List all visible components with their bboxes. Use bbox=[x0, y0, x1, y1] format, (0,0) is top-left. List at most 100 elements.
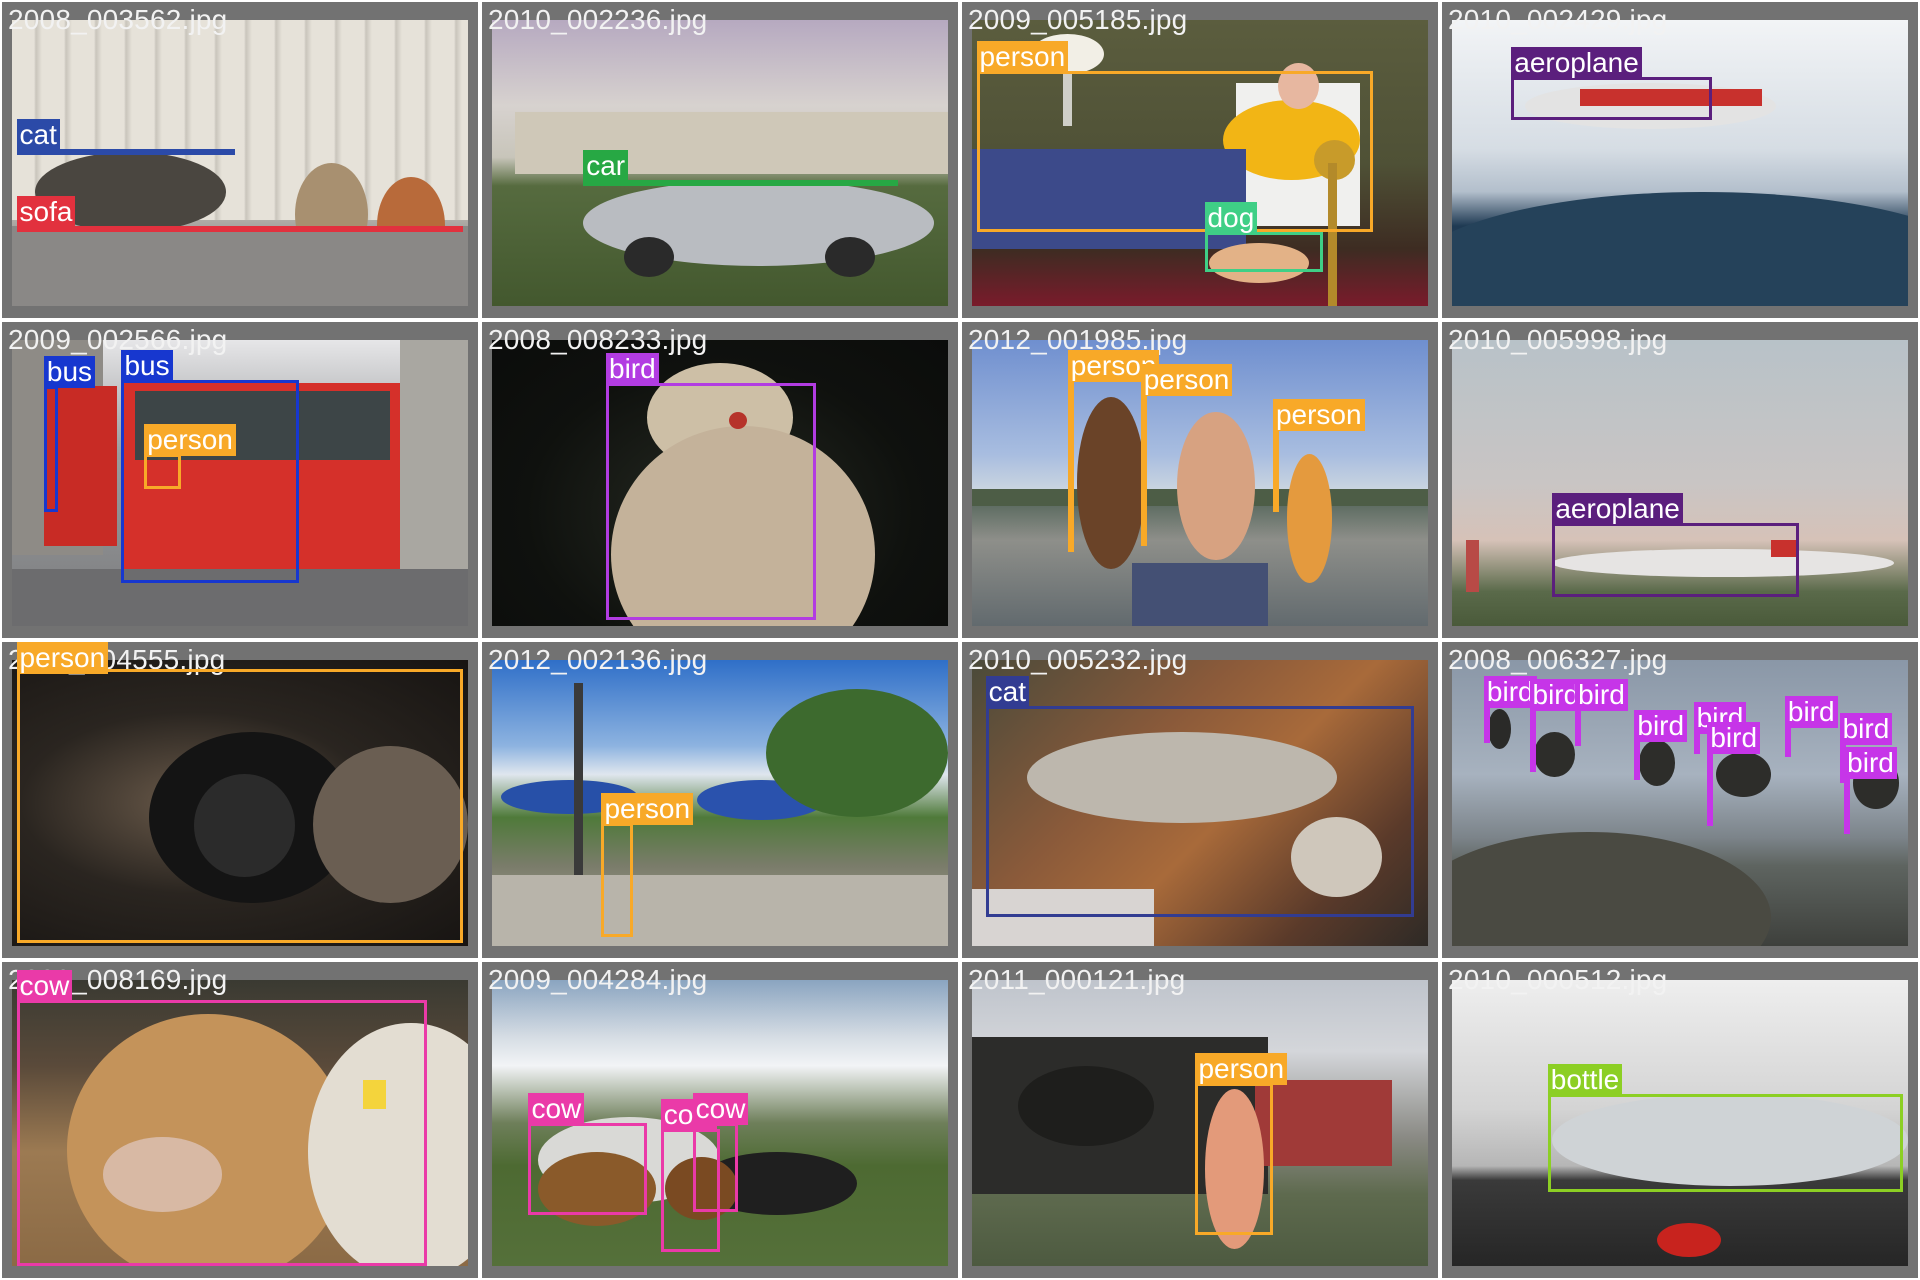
box-label: person bbox=[976, 41, 1069, 74]
scene-shape bbox=[492, 874, 948, 946]
bounding-box bbox=[1844, 777, 1851, 835]
photo bbox=[492, 660, 948, 946]
image-tile: 2012_002136.jpg person bbox=[482, 642, 958, 958]
scene-shape bbox=[1017, 1065, 1155, 1146]
scene-shape bbox=[1452, 191, 1908, 306]
image-tile: 2008_008233.jpg bird bbox=[482, 322, 958, 638]
box-label: bird bbox=[1844, 747, 1897, 780]
bounding-box bbox=[528, 1123, 648, 1215]
image-tile: 2010_002236.jpgcar bbox=[482, 2, 958, 318]
box-label: cat bbox=[985, 675, 1030, 708]
box-label: cat bbox=[16, 118, 60, 151]
photo bbox=[12, 20, 468, 306]
image-filename: 2010_002236.jpg bbox=[488, 4, 708, 35]
image-filename: 2008_008233.jpg bbox=[488, 324, 708, 355]
image-tile: 2009_002566.jpg bus bus person bbox=[2, 322, 478, 638]
image-tile: 2010_002429.jpg aeroplane bbox=[1442, 2, 1918, 318]
image-filename: 2010_000512.jpg bbox=[1448, 964, 1668, 995]
bounding-box bbox=[976, 71, 1374, 232]
bounding-box bbox=[1140, 394, 1147, 546]
image-tile: 2008_003562.jpgcat sofa bbox=[2, 2, 478, 318]
box-label: cow bbox=[16, 970, 73, 1003]
bounding-box bbox=[1195, 1082, 1273, 1235]
scene-shape bbox=[824, 237, 876, 278]
box-label: cow bbox=[692, 1093, 749, 1125]
bounding-box bbox=[1067, 380, 1074, 552]
bounding-box bbox=[1552, 523, 1799, 598]
box-label: bird bbox=[1707, 721, 1761, 754]
box-label: bus bbox=[43, 355, 96, 388]
box-label: cow bbox=[528, 1093, 585, 1125]
scene-shape bbox=[624, 237, 675, 278]
box-label: aeroplane bbox=[1552, 493, 1683, 526]
box-label: bird bbox=[1839, 712, 1893, 745]
box-label: bird bbox=[1784, 695, 1838, 728]
box-label: person bbox=[1140, 364, 1233, 397]
bounding-box bbox=[601, 823, 634, 938]
image-tile: 2009_005185.jpgperson dog bbox=[962, 2, 1438, 318]
bounding-box bbox=[144, 454, 181, 489]
scene-shape bbox=[1716, 751, 1772, 798]
image-filename: 2009_004284.jpg bbox=[488, 964, 708, 995]
image-filename: 2009_005185.jpg bbox=[968, 4, 1188, 35]
image-tile: 2010_005232.jpg cat bbox=[962, 642, 1438, 958]
box-label: bus bbox=[121, 350, 173, 383]
scene-shape bbox=[1452, 831, 1772, 946]
bounding-box bbox=[43, 385, 58, 512]
box-label: bird bbox=[606, 352, 659, 385]
box-label: bird bbox=[1575, 678, 1628, 711]
bounding-box bbox=[16, 225, 464, 232]
image-tile: 2011_004555.jpg person bbox=[2, 642, 478, 958]
box-label: bird bbox=[1634, 710, 1688, 743]
box-label: sofa bbox=[16, 195, 76, 228]
scene-shape bbox=[1076, 397, 1146, 569]
bounding-box bbox=[1529, 708, 1536, 772]
box-label: person bbox=[16, 642, 109, 674]
bounding-box bbox=[1272, 428, 1279, 512]
bounding-box bbox=[1547, 1094, 1904, 1192]
scene-shape bbox=[1131, 563, 1269, 626]
scene-shape bbox=[1657, 1223, 1722, 1258]
box-label: person bbox=[144, 424, 236, 457]
bounding-box bbox=[16, 668, 464, 944]
scene-shape bbox=[12, 225, 468, 306]
bounding-box bbox=[1693, 731, 1700, 755]
bounding-box bbox=[583, 180, 898, 187]
box-label: aeroplane bbox=[1511, 47, 1642, 80]
scene-shape bbox=[1465, 540, 1480, 592]
image-tile: 2009_004284.jpg cow cow cow bbox=[482, 962, 958, 1278]
scene-shape bbox=[765, 688, 948, 818]
box-label: person bbox=[601, 793, 694, 826]
bounding-box bbox=[1511, 77, 1712, 121]
image-tile: 2011_000121.jpgperson bbox=[962, 962, 1438, 1278]
image-filename: 2010_005998.jpg bbox=[1448, 324, 1668, 355]
scene-shape bbox=[1177, 411, 1255, 561]
image-filename: 2011_000121.jpg bbox=[968, 964, 1186, 995]
photo bbox=[492, 20, 948, 306]
bounding-box bbox=[692, 1123, 739, 1212]
bounding-box bbox=[985, 705, 1415, 918]
scene-shape bbox=[1488, 708, 1512, 749]
image-filename: 2010_002429.jpg bbox=[1448, 4, 1668, 35]
image-tile: 2008_006327.jpg bird bird bird bird bird bird b… bbox=[1442, 642, 1918, 958]
scene-shape bbox=[1286, 454, 1333, 584]
image-tile: 2008_008169.jpg cow bbox=[2, 962, 478, 1278]
box-label: car bbox=[583, 150, 629, 183]
scene-shape bbox=[1254, 1080, 1392, 1166]
scene-shape bbox=[1534, 731, 1576, 778]
image-filename: 2008_006327.jpg bbox=[1448, 644, 1668, 675]
bounding-box bbox=[1784, 725, 1791, 758]
box-label: person bbox=[1195, 1052, 1288, 1085]
bounding-box bbox=[1483, 705, 1490, 743]
bounding-box bbox=[1204, 231, 1324, 272]
box-label: bottle bbox=[1547, 1064, 1623, 1097]
scene-shape bbox=[1638, 740, 1676, 786]
detection-results-grid: 2008_003562.jpgcat sofa 2010_002236.jpgcar… bbox=[0, 0, 1920, 1280]
image-filename: 2008_003562.jpg bbox=[8, 4, 228, 35]
scene-shape bbox=[514, 111, 948, 175]
image-filename: 2009_002566.jpg bbox=[8, 324, 228, 355]
box-label: dog bbox=[1204, 201, 1258, 234]
bounding-box bbox=[16, 1000, 427, 1266]
bounding-box bbox=[1707, 751, 1714, 826]
bounding-box bbox=[1634, 740, 1641, 781]
